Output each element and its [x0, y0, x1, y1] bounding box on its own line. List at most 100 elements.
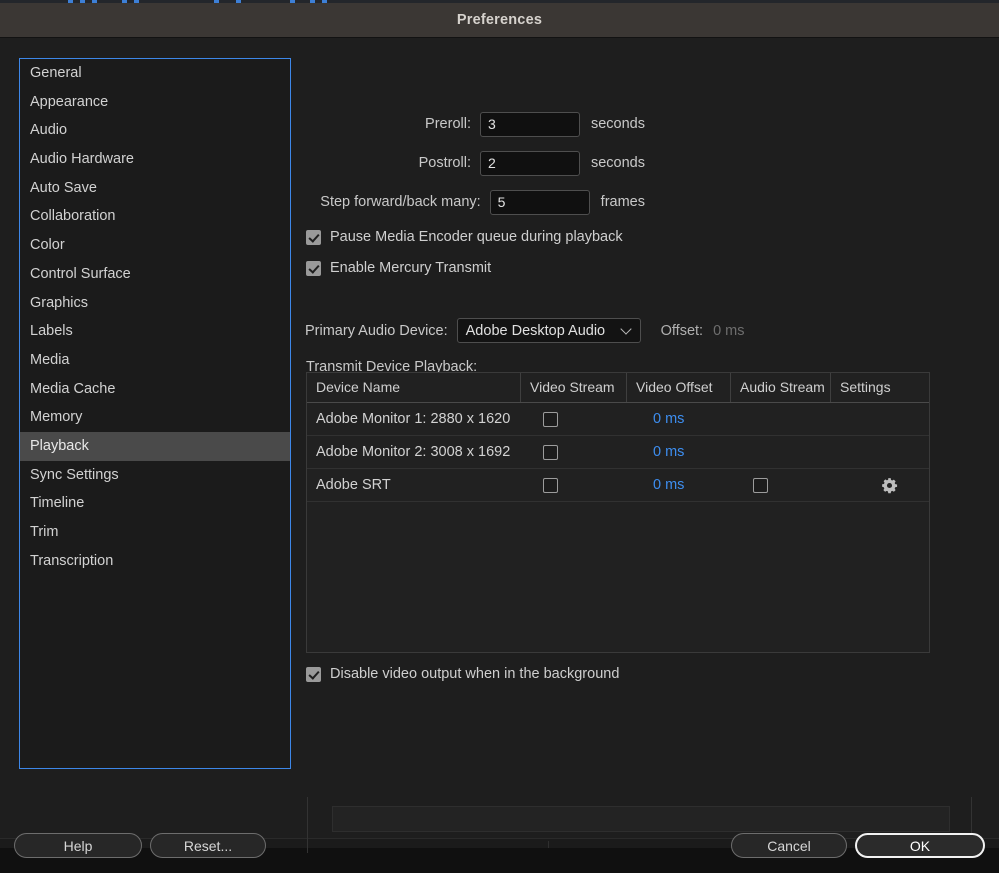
sidebar-item-transcription[interactable]: Transcription [20, 547, 290, 576]
transmit-device-table: Device Name Video Stream Video Offset Au… [306, 372, 930, 653]
cell-video-offset[interactable]: 0 ms [627, 469, 731, 501]
sidebar-item-sync-settings[interactable]: Sync Settings [20, 461, 290, 490]
sidebar-item-timeline[interactable]: Timeline [20, 489, 290, 518]
column-header-device-name[interactable]: Device Name [307, 373, 521, 402]
dialog-footer: Help Reset... Cancel OK [0, 817, 999, 873]
sidebar-item-label: Collaboration [30, 208, 116, 225]
playback-settings-pane: Preroll: seconds Postroll: seconds Step … [305, 58, 977, 853]
primary-audio-device-row: Primary Audio Device: Adobe Desktop Audi… [305, 318, 745, 343]
sidebar-item-media-cache[interactable]: Media Cache [20, 375, 290, 404]
sidebar-item-appearance[interactable]: Appearance [20, 88, 290, 117]
preroll-label: Preroll: [425, 116, 471, 132]
postroll-input[interactable] [479, 150, 580, 176]
video-stream-checkbox[interactable] [543, 411, 558, 427]
sidebar-item-label: Audio [30, 122, 68, 139]
table-row[interactable]: Adobe Monitor 1: 2880 x 1620 0 ms [307, 403, 929, 436]
postroll-label: Postroll: [418, 155, 471, 171]
sidebar-item-label: Audio Hardware [30, 151, 134, 168]
mercury-transmit-label: Enable Mercury Transmit [330, 260, 492, 276]
mercury-transmit-checkbox[interactable] [306, 260, 321, 276]
dialog-title-bar: Preferences [0, 3, 999, 38]
sidebar-item-label: Auto Save [30, 179, 97, 196]
sidebar-item-label: Playback [30, 437, 89, 454]
preroll-unit: seconds [590, 116, 645, 132]
sidebar-item-memory[interactable]: Memory [20, 403, 290, 432]
cell-settings [831, 469, 929, 501]
cell-video-stream [521, 469, 627, 501]
audio-stream-checkbox[interactable] [753, 477, 768, 493]
sidebar-item-label: Media [30, 351, 70, 368]
sidebar-item-label: Memory [30, 409, 83, 426]
sidebar-item-label: Trim [30, 524, 59, 540]
cell-settings [831, 436, 929, 468]
mercury-transmit-row[interactable]: Enable Mercury Transmit [306, 260, 491, 276]
video-stream-checkbox[interactable] [543, 444, 558, 460]
cell-device-name: Adobe Monitor 1: 2880 x 1620 [316, 411, 511, 427]
disable-video-output-checkbox[interactable] [306, 666, 321, 682]
ok-button[interactable]: OK [855, 833, 985, 858]
sidebar-item-label: Appearance [30, 93, 109, 110]
pause-encoder-checkbox[interactable] [306, 229, 321, 245]
sidebar-item-auto-save[interactable]: Auto Save [20, 174, 290, 203]
help-button[interactable]: Help [14, 833, 142, 858]
sidebar-item-collaboration[interactable]: Collaboration [20, 202, 290, 231]
preroll-input[interactable] [479, 111, 580, 137]
preferences-dialog: Preferences General Appearance Audio Audio … [0, 3, 999, 858]
reset-button[interactable]: Reset... [150, 833, 266, 858]
gear-icon[interactable] [881, 477, 898, 494]
column-header-settings[interactable]: Settings [831, 373, 929, 402]
cell-audio-stream [731, 436, 831, 468]
sidebar-item-label: Timeline [30, 495, 85, 512]
disable-video-output-row[interactable]: Disable video output when in the backgro… [306, 666, 619, 682]
audio-offset-label: Offset: [660, 322, 704, 339]
chevron-down-icon [622, 325, 631, 334]
primary-audio-device-select[interactable]: Adobe Desktop Audio [456, 318, 641, 343]
sidebar-item-general[interactable]: General [20, 59, 290, 88]
step-frames-label: Step forward/back many: [320, 194, 481, 210]
sidebar-item-label: Media Cache [30, 380, 116, 397]
disable-video-output-label: Disable video output when in the backgro… [330, 666, 620, 682]
postroll-unit: seconds [590, 155, 645, 171]
video-stream-checkbox[interactable] [543, 477, 558, 493]
column-header-video-stream[interactable]: Video Stream [521, 373, 627, 402]
table-body: Adobe Monitor 1: 2880 x 1620 0 ms Adobe Mo… [307, 403, 929, 502]
cell-settings [831, 403, 929, 435]
cell-audio-stream [731, 403, 831, 435]
step-frames-input[interactable] [489, 189, 590, 215]
table-header-row: Device Name Video Stream Video Offset Au… [307, 373, 929, 403]
sidebar-item-labels[interactable]: Labels [20, 317, 290, 346]
cell-video-offset[interactable]: 0 ms [627, 436, 731, 468]
preroll-row: Preroll: seconds [305, 111, 645, 137]
primary-audio-device-value: Adobe Desktop Audio [465, 322, 606, 339]
cell-video-offset[interactable]: 0 ms [627, 403, 731, 435]
sidebar-item-audio[interactable]: Audio [20, 116, 290, 145]
step-frames-row: Step forward/back many: frames [305, 189, 645, 215]
sidebar-item-audio-hardware[interactable]: Audio Hardware [20, 145, 290, 174]
cell-device-name: Adobe Monitor 2: 3008 x 1692 [316, 444, 511, 460]
sidebar-item-graphics[interactable]: Graphics [20, 289, 290, 318]
table-row[interactable]: Adobe Monitor 2: 3008 x 1692 0 ms [307, 436, 929, 469]
audio-offset-value: 0 ms [713, 322, 745, 339]
dialog-title: Preferences [456, 12, 543, 28]
sidebar-item-label: Labels [30, 323, 73, 340]
primary-audio-device-label: Primary Audio Device: [305, 322, 448, 339]
sidebar-item-playback[interactable]: Playback [20, 431, 290, 461]
cell-video-stream [521, 436, 627, 468]
sidebar-item-color[interactable]: Color [20, 231, 290, 260]
sidebar-item-media[interactable]: Media [20, 346, 290, 375]
sidebar-item-label: Graphics [30, 294, 89, 311]
cell-video-stream [521, 403, 627, 435]
sidebar-item-control-surface[interactable]: Control Surface [20, 260, 290, 289]
pause-encoder-row[interactable]: Pause Media Encoder queue during playbac… [306, 229, 623, 245]
table-row[interactable]: Adobe SRT 0 ms [307, 469, 929, 502]
postroll-row: Postroll: seconds [305, 150, 645, 176]
column-header-audio-stream[interactable]: Audio Stream [731, 373, 831, 402]
sidebar-item-label: General [30, 65, 82, 81]
cancel-button[interactable]: Cancel [731, 833, 847, 858]
sidebar-item-label: Transcription [30, 552, 114, 569]
sidebar-item-label: Sync Settings [30, 466, 119, 483]
category-list[interactable]: General Appearance Audio Audio Hardware Auto… [19, 58, 291, 769]
sidebar-item-trim[interactable]: Trim [20, 518, 290, 547]
dialog-body: General Appearance Audio Audio Hardware Auto… [0, 38, 999, 858]
column-header-video-offset[interactable]: Video Offset [627, 373, 731, 402]
